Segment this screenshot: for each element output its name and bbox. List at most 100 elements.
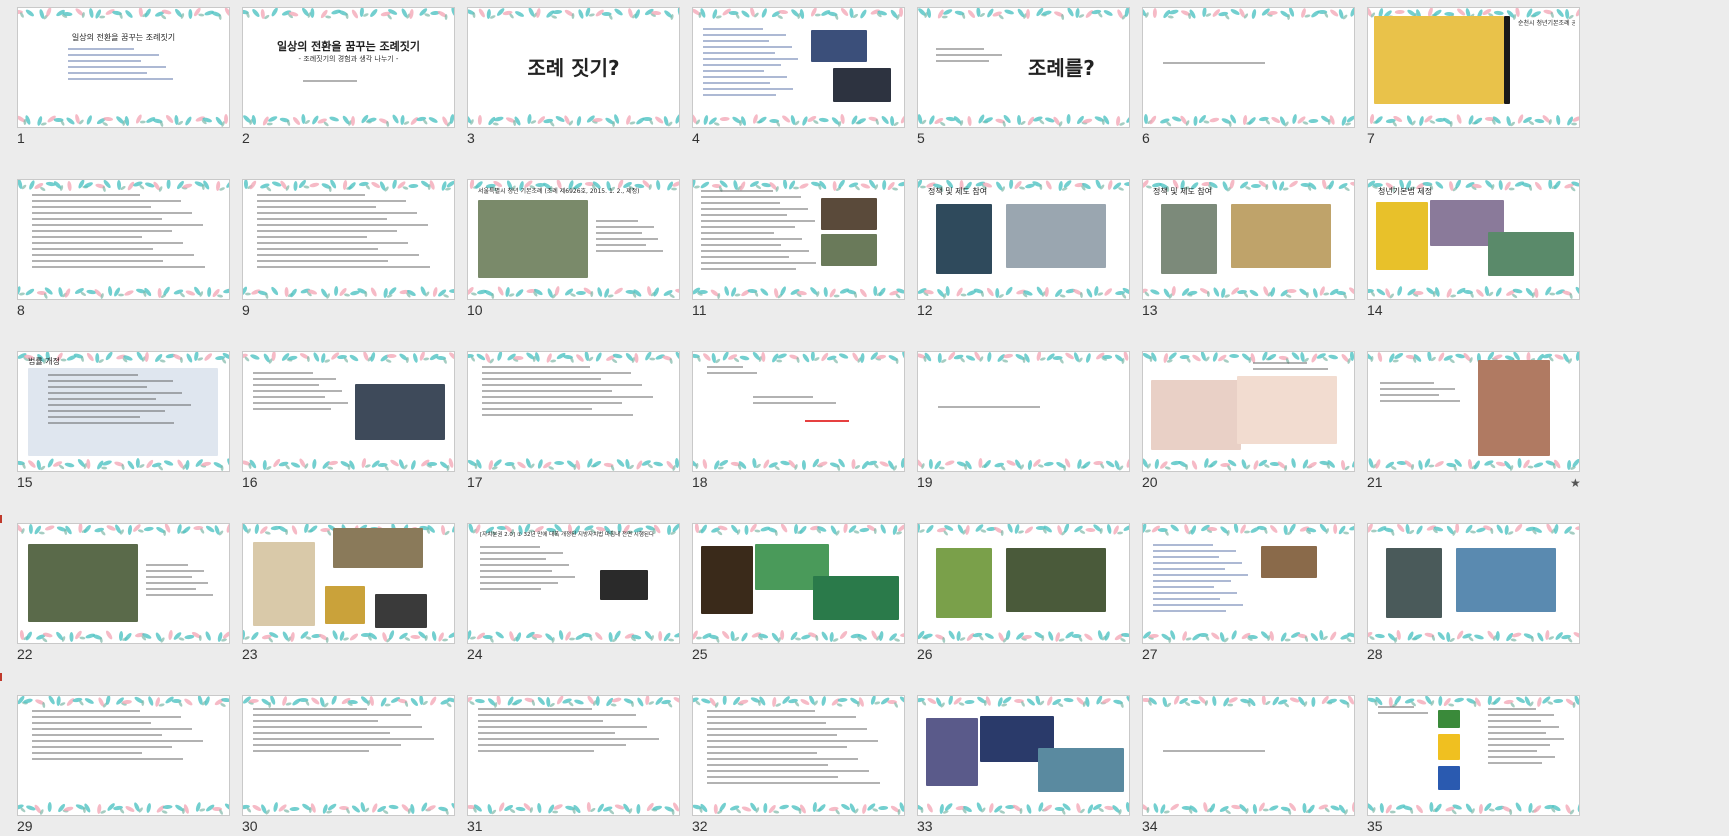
slide-thumbnail[interactable]	[692, 523, 905, 644]
slide-photo	[1488, 232, 1574, 276]
slide-thumbnail[interactable]: 일상의 전환을 꿈꾸는 조례짓기 - 조례짓기의 경험과 생각 나누기 -	[242, 7, 455, 128]
leaf-border-top	[243, 8, 454, 22]
leaf-border-bot	[18, 629, 229, 643]
slide-thumbnail[interactable]: 정책 및 제도 참여	[917, 179, 1130, 300]
slide-photo	[478, 200, 588, 278]
slide-thumbnail[interactable]	[1142, 695, 1355, 816]
slide-number: 35	[1367, 818, 1383, 834]
slide-thumbnail[interactable]: 서울특별시 청년 기본조례 (조례 제6926호, 2015. 1. 2., 제…	[467, 179, 680, 300]
slide-thumbnail[interactable]	[242, 179, 455, 300]
slide-thumbnail[interactable]: 조례를?	[917, 7, 1130, 128]
slide-number: 14	[1367, 302, 1383, 318]
slide-thumbnail[interactable]	[1142, 7, 1355, 128]
leaf-border-top	[693, 524, 904, 538]
slide-thumbnail[interactable]	[467, 695, 680, 816]
slide-thumbnail[interactable]	[242, 523, 455, 644]
slide-photo	[1386, 548, 1442, 618]
leaf-border-bot	[1143, 801, 1354, 815]
slide-thumbnail[interactable]: 청년기본법 제정	[1367, 179, 1580, 300]
text-lines	[936, 48, 1016, 66]
slide-thumbnail[interactable]	[1142, 351, 1355, 472]
text-lines	[1378, 706, 1438, 718]
slide-thumbnail[interactable]	[692, 7, 905, 128]
slide-photo	[1006, 548, 1106, 612]
slide-number: 20	[1142, 474, 1158, 490]
leaf-border-bot	[693, 113, 904, 127]
text-lines	[480, 546, 580, 594]
leaf-border-bot	[468, 113, 679, 127]
text-lines	[707, 366, 767, 378]
slide-thumbnail[interactable]	[1367, 695, 1580, 816]
slide-thumbnail[interactable]	[242, 351, 455, 472]
text-lines	[257, 194, 437, 272]
slide-thumbnail[interactable]	[917, 695, 1130, 816]
leaf-border-bot	[693, 801, 904, 815]
text-lines	[48, 374, 198, 428]
slide-thumbnail[interactable]	[692, 351, 905, 472]
leaf-border-top	[1143, 524, 1354, 538]
slide-photo	[936, 204, 992, 274]
slide-thumbnail[interactable]: 조례 짓기?	[467, 7, 680, 128]
slide-photo	[1456, 548, 1556, 612]
slide-photo	[1161, 204, 1217, 274]
slide-photo	[325, 586, 365, 624]
leaf-border-bot	[1143, 285, 1354, 299]
leaf-border-bot	[1368, 457, 1579, 471]
leaf-border-bot	[18, 113, 229, 127]
slide-number: 25	[692, 646, 708, 662]
slide-thumbnail[interactable]: 순천시 청년기본조례 공청회	[1367, 7, 1580, 128]
leaf-border-top	[18, 180, 229, 194]
slide-photo	[355, 384, 445, 440]
slide-thumbnail[interactable]	[917, 351, 1130, 472]
leaf-border-bot	[243, 629, 454, 643]
slide-number: 8	[17, 302, 25, 318]
slide-number: 10	[467, 302, 483, 318]
slide-number: 3	[467, 130, 475, 146]
slide-thumbnail[interactable]	[917, 523, 1130, 644]
leaf-border-bot	[243, 801, 454, 815]
leaf-border-top	[1143, 8, 1354, 22]
leaf-border-bot	[918, 801, 1129, 815]
slide-title: 정책 및 제도 참여	[1153, 187, 1213, 196]
slide-thumbnail[interactable]: 일상의 전환을 꿈꾸는 조례짓기	[17, 7, 230, 128]
leaf-border-bot	[468, 629, 679, 643]
leaf-border-top	[18, 524, 229, 538]
slide-number: 21	[1367, 474, 1383, 490]
slide-number: 2	[242, 130, 250, 146]
slide-photo	[926, 718, 978, 786]
slide-thumbnail[interactable]	[692, 179, 905, 300]
slide-photo	[28, 544, 138, 622]
slide-thumbnail[interactable]	[467, 351, 680, 472]
slide-thumbnail[interactable]	[17, 179, 230, 300]
slide-thumbnail[interactable]	[17, 523, 230, 644]
slide-number: 24	[467, 646, 483, 662]
slide-photo	[813, 576, 899, 620]
slide-number: 30	[242, 818, 258, 834]
text-lines	[32, 710, 212, 764]
slide-thumbnail[interactable]	[692, 695, 905, 816]
text-lines	[703, 28, 803, 100]
text-lines	[1153, 544, 1253, 616]
leaf-border-bot	[18, 285, 229, 299]
leaf-border-bot	[1368, 113, 1579, 127]
slide-title: 일상의 전환을 꿈꾸는 조례짓기	[276, 40, 421, 53]
slide-thumbnail[interactable]	[17, 695, 230, 816]
slide-thumbnail[interactable]	[1367, 351, 1580, 472]
slide-thumbnail[interactable]: 법률 개정	[17, 351, 230, 472]
slide-thumbnail[interactable]: 정책 및 제도 참여	[1142, 179, 1355, 300]
slide-thumbnail[interactable]	[1367, 523, 1580, 644]
slide-number: 11	[692, 302, 707, 318]
leaf-border-top	[918, 696, 1129, 710]
leaf-border-top	[468, 352, 679, 366]
text-lines	[68, 48, 178, 84]
slide-thumbnail[interactable]: [자치분권 2.0] ① 32년 만에 대폭 개정된 지방자치법 마침내 전면 …	[467, 523, 680, 644]
text-lines	[478, 708, 668, 756]
leaf-border-top	[18, 696, 229, 710]
slide-title: 청년기본법 제정	[1378, 187, 1433, 196]
slide-thumbnail[interactable]	[1142, 523, 1355, 644]
slide-thumbnail[interactable]	[242, 695, 455, 816]
leaf-border-bot	[1143, 457, 1354, 471]
slide-number: 12	[917, 302, 933, 318]
slide-photo	[936, 548, 992, 618]
text-lines	[1163, 750, 1333, 756]
